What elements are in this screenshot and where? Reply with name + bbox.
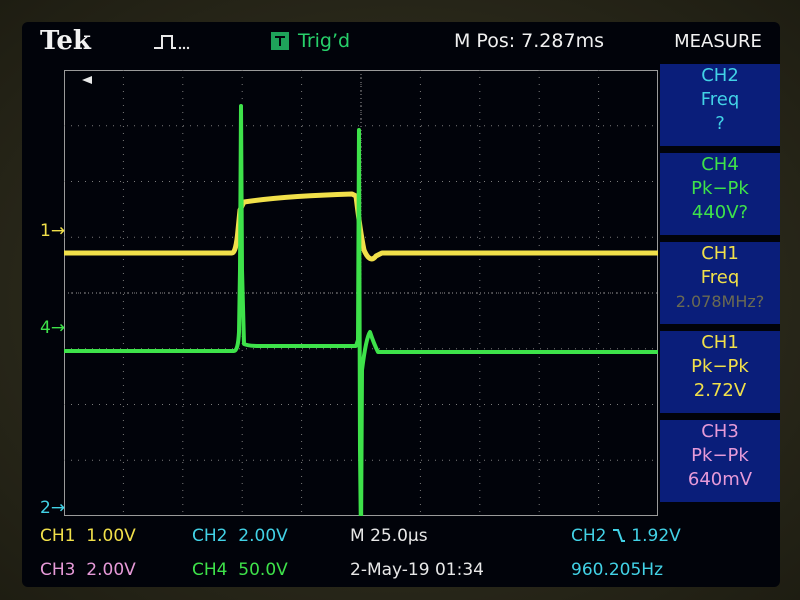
trigger-frequency: 960.205Hz [571, 560, 664, 580]
ch4-scale: 50.0V [238, 560, 288, 580]
measure-value: 2.078MHz? [675, 292, 765, 311]
measure-type: Pk−Pk [691, 356, 749, 377]
trigger-source: CH2 [571, 526, 607, 546]
date-time: 2-May-19 01:34 [350, 560, 484, 580]
ch2-marker: 2→ [40, 498, 66, 518]
measure-channel: CH4 [701, 154, 739, 175]
ch2-marker-label: 2 [40, 498, 51, 518]
measure-type: Freq [700, 267, 740, 288]
ch2-scale: 2.00V [238, 526, 288, 546]
ch1-scale-readout: CH1 1.00V [40, 526, 136, 546]
measure-item-ch3-pkpk[interactable]: CH3 Pk−Pk 640mV [660, 420, 780, 502]
falling-edge-icon [612, 528, 626, 544]
measure-value: 2.72V [693, 380, 747, 401]
ch4-marker: 4→ [40, 318, 66, 338]
timebase-readout: M 25.0µs [350, 526, 428, 546]
horizontal-trigger-marker [82, 76, 92, 84]
measure-type: Pk−Pk [691, 178, 749, 199]
trigger-level: 1.92V [631, 526, 681, 546]
measure-channel: CH1 [701, 243, 739, 264]
trigger-status: Trig’d [298, 30, 351, 52]
oscilloscope-bezel: Tek Trig’d M Pos: 7.287ms 1→ 4→ 2→ MEASU… [0, 0, 800, 600]
measure-item-ch1-freq[interactable]: CH1 Freq 2.078MHz? [660, 242, 780, 324]
measure-value: 440V? [691, 202, 749, 223]
measure-value: 640mV [687, 469, 753, 490]
measure-type: Pk−Pk [691, 445, 749, 466]
measure-value: ? [715, 113, 725, 134]
measure-item-ch2-freq[interactable]: CH2 Freq ? [660, 64, 780, 146]
ch1-scale: 1.00V [86, 526, 136, 546]
horizontal-position: M Pos: 7.287ms [454, 30, 604, 52]
trigger-status-icon [271, 32, 289, 50]
measure-channel: CH2 [701, 65, 739, 86]
graticule [64, 70, 658, 516]
measure-item-ch1-pkpk[interactable]: CH1 Pk−Pk 2.72V [660, 331, 780, 413]
ch1-marker-label: 1 [40, 221, 51, 241]
brand-logo: Tek [40, 26, 91, 56]
ch3-label: CH3 [40, 560, 76, 580]
pulse-acquire-icon [152, 22, 192, 60]
ch4-label: CH4 [192, 560, 228, 580]
ch2-label: CH2 [192, 526, 228, 546]
ch1-label: CH1 [40, 526, 76, 546]
measure-type: Freq [700, 89, 740, 110]
ch2-scale-readout: CH2 2.00V [192, 526, 288, 546]
measure-item-ch4-pkpk[interactable]: CH4 Pk−Pk 440V? [660, 153, 780, 235]
trigger-readout: CH2 1.92V [571, 526, 681, 546]
ch3-scale-readout: CH3 2.00V [40, 560, 136, 580]
ch3-scale: 2.00V [86, 560, 136, 580]
oscilloscope-screen: Tek Trig’d M Pos: 7.287ms 1→ 4→ 2→ MEASU… [22, 22, 780, 587]
ch1-marker: 1→ [40, 221, 66, 241]
ch4-scale-readout: CH4 50.0V [192, 560, 288, 580]
ch4-marker-label: 4 [40, 318, 51, 338]
ch4-trace [64, 104, 658, 516]
measure-title: MEASURE [674, 31, 762, 52]
measure-channel: CH3 [701, 421, 739, 442]
measure-channel: CH1 [701, 332, 739, 353]
